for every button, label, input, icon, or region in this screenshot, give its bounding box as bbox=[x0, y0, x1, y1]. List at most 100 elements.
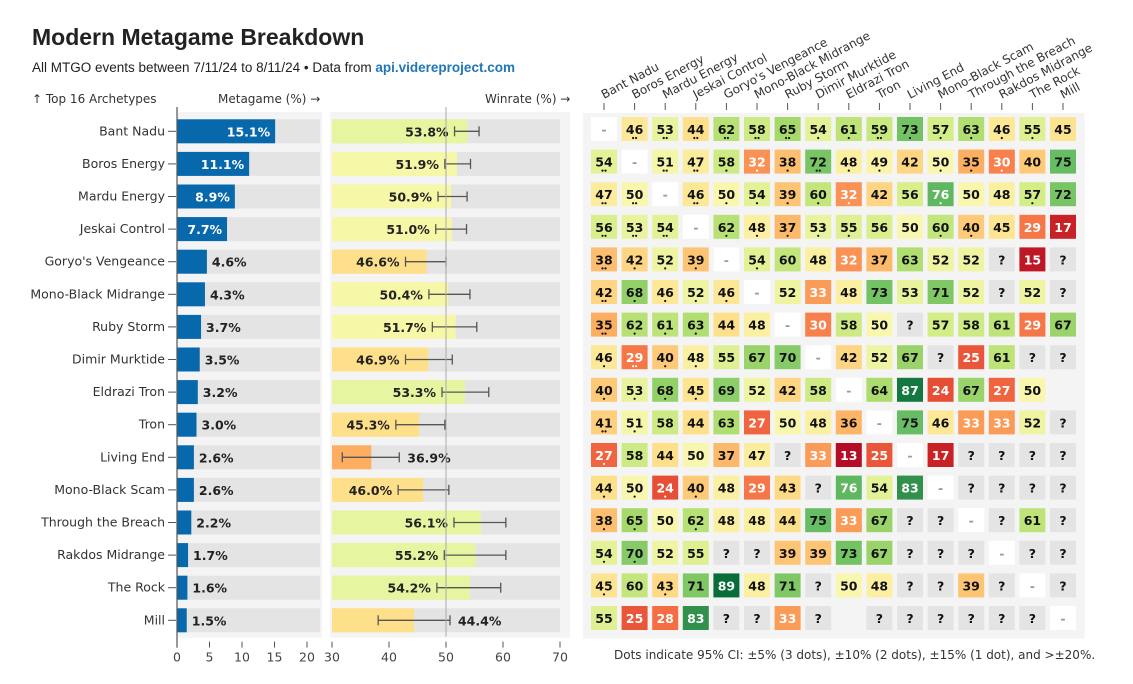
matchup-value: 48 bbox=[748, 318, 765, 333]
winrate-value-label: 53.8% bbox=[405, 124, 449, 139]
ci-dot bbox=[664, 365, 667, 368]
ci-dot bbox=[817, 136, 820, 140]
matchup-value: 53 bbox=[626, 220, 643, 235]
metagame-value-label: 2.6% bbox=[199, 450, 234, 465]
metagame-bar bbox=[177, 477, 194, 502]
metagame-value-label: 2.6% bbox=[199, 483, 234, 498]
metagame-value-label: 3.5% bbox=[205, 353, 240, 368]
metagame-bar bbox=[177, 249, 207, 274]
matchup-value: ? bbox=[1059, 578, 1066, 593]
matchup-value: ? bbox=[968, 611, 975, 626]
matchup-value: 54 bbox=[656, 220, 674, 235]
ci-dot bbox=[601, 234, 604, 237]
matchup-value: ? bbox=[815, 611, 822, 626]
ci-dot bbox=[604, 267, 607, 270]
ci-dot bbox=[602, 495, 606, 498]
matchup-value: 51 bbox=[656, 155, 673, 170]
winrate-value-label: 46.9% bbox=[356, 353, 400, 368]
matchup-value: 45 bbox=[595, 578, 612, 593]
ci-dot bbox=[602, 528, 606, 531]
matchup-value: - bbox=[846, 383, 851, 398]
matchup-value: 37 bbox=[718, 448, 735, 463]
matchup-value: ? bbox=[753, 546, 760, 561]
ci-dot bbox=[755, 234, 759, 237]
ci-dot bbox=[847, 202, 850, 205]
matchup-value: ? bbox=[998, 578, 1005, 593]
metagame-x-tick-label: 5 bbox=[206, 650, 214, 665]
matchup-value: 40 bbox=[687, 481, 705, 496]
archetype-label: Mono-Black Scam bbox=[54, 482, 165, 497]
ci-dot bbox=[970, 169, 973, 172]
matchup-value: 40 bbox=[962, 220, 980, 235]
ci-dot bbox=[632, 136, 635, 140]
metagame-bar bbox=[177, 445, 194, 470]
ci-dot bbox=[939, 234, 942, 237]
matchup-value: 17 bbox=[932, 448, 949, 463]
matchup-value: 67 bbox=[871, 546, 888, 561]
matchup-value: 58 bbox=[656, 415, 673, 430]
ci-dot bbox=[847, 136, 850, 140]
ci-dot bbox=[633, 267, 636, 270]
winrate-value-label: 46.6% bbox=[356, 255, 400, 270]
ci-dot bbox=[788, 136, 791, 140]
ci-dot bbox=[939, 202, 942, 205]
matchup-value: 64 bbox=[871, 383, 889, 398]
ci-dot bbox=[632, 234, 635, 237]
matchup-value: 39 bbox=[687, 252, 704, 267]
matchup-value: 68 bbox=[656, 383, 673, 398]
winrate-value-label: 50.9% bbox=[389, 190, 433, 205]
matchup-value: 55 bbox=[687, 546, 704, 561]
ci-dot bbox=[662, 234, 665, 237]
matchup-value: 35 bbox=[962, 155, 979, 170]
ci-dot bbox=[694, 332, 697, 335]
matchup-value: 48 bbox=[748, 513, 765, 528]
matchup-value: ? bbox=[784, 448, 791, 463]
matchup-value: 39 bbox=[809, 546, 826, 561]
matchup-value: 52 bbox=[871, 350, 888, 365]
matchup-value: 55 bbox=[718, 350, 735, 365]
matchup-value: 46 bbox=[595, 350, 613, 365]
ci-dot bbox=[694, 528, 697, 531]
metagame-track bbox=[177, 380, 320, 405]
matchup-value: 58 bbox=[718, 155, 735, 170]
matchup-value: 67 bbox=[871, 513, 888, 528]
matchup-value: 50 bbox=[932, 155, 950, 170]
matchup-value: 48 bbox=[840, 285, 857, 300]
matchup-value: 40 bbox=[656, 350, 674, 365]
matchup-value: ? bbox=[906, 513, 913, 528]
matchup-value: 58 bbox=[626, 448, 643, 463]
matchup-value: 72 bbox=[1054, 187, 1071, 202]
matchup-value: ? bbox=[906, 578, 913, 593]
ci-dot bbox=[970, 234, 973, 237]
matchup-value: 37 bbox=[779, 220, 796, 235]
ci-dot bbox=[633, 299, 636, 303]
matchup-value: - bbox=[999, 546, 1004, 561]
matchup-value: 32 bbox=[840, 187, 857, 202]
matchup-value: 48 bbox=[748, 578, 765, 593]
matchup-value: 29 bbox=[626, 350, 643, 365]
matchup-value: 61 bbox=[993, 350, 1010, 365]
matchup-value: ? bbox=[723, 546, 730, 561]
matchup-value: - bbox=[663, 187, 668, 202]
winrate-value-label: 50.4% bbox=[380, 287, 424, 302]
matchup-value: 52 bbox=[962, 285, 979, 300]
matchup-value: ? bbox=[906, 546, 913, 561]
matchup-value: 63 bbox=[901, 252, 918, 267]
matchup-value: ? bbox=[937, 578, 944, 593]
metagame-bar bbox=[177, 314, 202, 339]
matchup-value: 63 bbox=[718, 415, 735, 430]
matchup-value: 50 bbox=[718, 187, 736, 202]
matchup-value: 39 bbox=[962, 578, 979, 593]
matchup-value: 25 bbox=[871, 448, 888, 463]
matchup-value: - bbox=[938, 481, 943, 496]
matchup-value: 48 bbox=[687, 350, 704, 365]
archetype-label: Mill bbox=[144, 612, 165, 627]
matchup-value: 75 bbox=[901, 415, 918, 430]
ci-dot bbox=[632, 202, 635, 205]
ci-dot bbox=[604, 332, 607, 335]
ci-dot bbox=[664, 495, 667, 498]
ci-dot bbox=[696, 202, 699, 205]
metagame-value-label: 3.7% bbox=[206, 320, 241, 335]
matchup-value: 28 bbox=[656, 611, 673, 626]
matchup-value: ? bbox=[937, 546, 944, 561]
